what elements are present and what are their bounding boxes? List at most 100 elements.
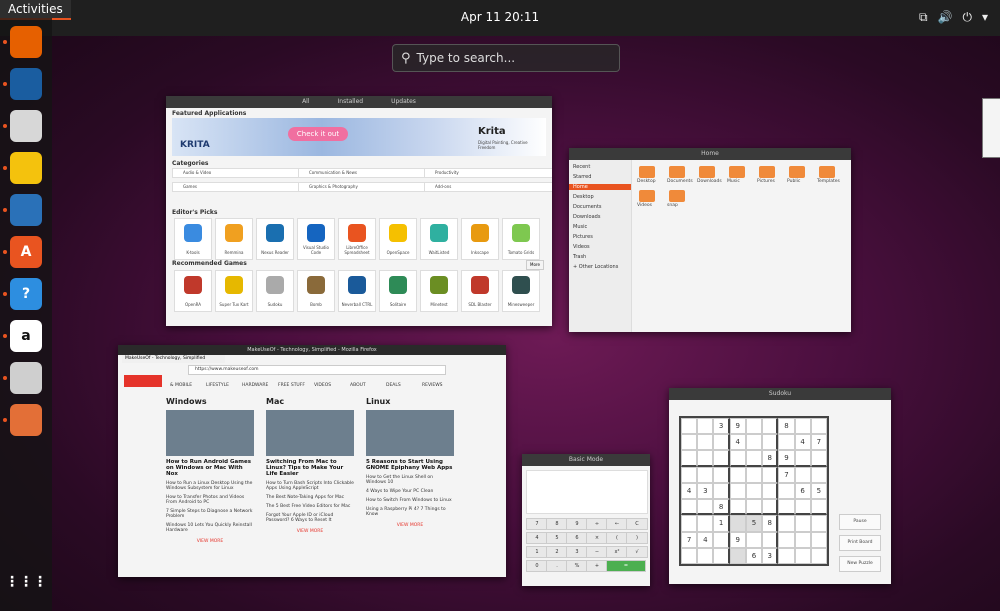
sudoku-cell[interactable] [713,531,730,548]
sudoku-cell[interactable]: 4 [697,531,714,548]
sudoku-cell[interactable] [762,466,779,483]
site-nav-item[interactable]: LIFESTYLE [206,383,229,388]
article-link[interactable]: Windows 10 Lets You Quickly Reinstall Ha… [166,523,254,533]
sudoku-cell[interactable] [729,450,746,467]
sudoku-cell[interactable]: 4 [729,434,746,451]
calc-key[interactable]: 1 [526,546,548,558]
sudoku-cell[interactable] [697,434,714,451]
category-button[interactable]: Games [172,182,302,192]
sudoku-cell[interactable] [697,547,714,564]
sudoku-cell[interactable] [681,434,698,451]
dock-item-software[interactable]: A [10,236,42,268]
site-nav-item[interactable]: HARDWARE [242,383,268,388]
folder-icon[interactable] [669,166,685,178]
files-sidebar-item[interactable]: Desktop [573,194,594,200]
banner-cta-button[interactable]: Check it out [288,127,348,141]
sudoku-cell[interactable] [729,466,746,483]
games-more-button[interactable]: More [526,260,544,270]
sudoku-cell[interactable] [697,466,714,483]
sudoku-cell[interactable]: 4 [794,434,811,451]
article-link[interactable]: How to Switch From Windows to Linux [366,498,454,503]
dock-item-amazon[interactable]: a [10,320,42,352]
sudoku-cell[interactable] [778,434,795,451]
sudoku-cell[interactable] [762,499,779,516]
editors-pick-tile[interactable]: OpenSpace [379,218,417,260]
sudoku-cell[interactable] [713,466,730,483]
sudoku-cell[interactable] [810,418,827,435]
sudoku-cell[interactable]: 8 [762,450,779,467]
sudoku-cell[interactable] [762,531,779,548]
sudoku-cell[interactable] [778,531,795,548]
sudoku-cell[interactable] [729,499,746,516]
game-tile[interactable]: SDL Blaster [461,270,499,312]
site-nav-item[interactable]: REVIEWS [422,383,443,388]
search-box[interactable]: ⚲ Type to search... [392,44,620,72]
category-button[interactable]: Graphics & Photography [298,182,428,192]
files-sidebar-item[interactable]: Downloads [573,214,600,220]
sudoku-cell[interactable] [794,547,811,564]
browser-titlebar[interactable]: MakeUseOf - Technology, Simplified - Moz… [118,345,506,355]
article-link[interactable]: 7 Simple Steps to Diagnose a Network Pro… [166,509,254,519]
article-title[interactable]: 5 Reasons to Start Using GNOME Epiphany … [366,459,454,471]
sudoku-cell[interactable] [794,450,811,467]
sudoku-cell[interactable] [745,418,763,435]
view-more-link[interactable]: VIEW MORE [366,523,454,528]
folder-icon[interactable] [699,166,715,178]
sudoku-cell[interactable]: 6 [794,482,811,500]
folder-icon[interactable] [789,166,805,178]
sudoku-cell[interactable] [745,450,763,467]
files-sidebar-item[interactable]: Documents [573,204,602,210]
sudoku-cell[interactable] [810,531,827,548]
sudoku-cell[interactable] [794,418,811,435]
site-nav-item[interactable]: DEALS [386,383,401,388]
calc-key[interactable]: + [586,560,608,572]
folder-icon[interactable] [729,166,745,178]
workspace-thumbnail[interactable] [982,98,1000,158]
sudoku-grid[interactable]: 3984478974365815874963 [679,416,829,566]
article-title[interactable]: Switching From Mac to Linux? Tips to Mak… [266,459,354,477]
sudoku-cell[interactable]: 9 [729,418,746,435]
category-button[interactable]: Productivity [424,168,552,178]
sudoku-cell[interactable] [778,499,795,516]
sudoku-cell[interactable] [778,547,795,564]
folder-icon[interactable] [639,190,655,202]
sudoku-cell[interactable]: 8 [778,418,795,435]
article-link[interactable]: 4 Ways to Wipe Your PC Clean [366,489,454,494]
sudoku-cell[interactable] [681,418,698,435]
sudoku-cell[interactable] [778,482,795,500]
calc-key[interactable]: − [586,546,608,558]
sudoku-cell[interactable] [778,515,795,532]
sudoku-cell[interactable] [745,499,763,516]
calc-key[interactable]: 8 [546,518,568,530]
calc-key[interactable]: C [626,518,648,530]
files-sidebar-item[interactable]: Pictures [573,234,593,240]
sudoku-cell[interactable]: 8 [713,499,730,516]
calc-key[interactable]: × [586,532,608,544]
files-titlebar[interactable]: Home [569,148,851,160]
editors-pick-tile[interactable]: Inkscape [461,218,499,260]
browser-window[interactable]: MakeUseOf - Technology, Simplified - Moz… [118,345,506,577]
site-nav-item[interactable]: ABOUT [350,383,366,388]
calc-key[interactable]: 0 [526,560,548,572]
url-bar[interactable]: https://www.makeuseof.com [188,365,446,375]
sudoku-cell[interactable]: 3 [713,418,730,435]
game-tile[interactable]: Solitaire [379,270,417,312]
article-link[interactable]: How to Run a Linux Desktop Using the Win… [166,481,254,491]
sudoku-cell[interactable] [697,499,714,516]
dock-item-firefox[interactable] [10,26,42,58]
sudoku-cell[interactable] [681,499,698,516]
sudoku-new-puzzle-button[interactable]: New Puzzle [839,556,881,572]
sudoku-cell[interactable] [745,531,763,548]
category-button[interactable]: Communication & News [298,168,428,178]
game-tile[interactable]: Minetest [420,270,458,312]
sudoku-cell[interactable]: 7 [778,466,795,483]
calc-key[interactable]: √ [626,546,648,558]
sudoku-cell[interactable] [810,515,827,532]
calc-key[interactable]: ( [606,532,628,544]
sudoku-cell[interactable] [810,499,827,516]
site-nav-item[interactable]: FREE STUFF [278,383,305,388]
sudoku-cell[interactable]: 6 [745,547,763,564]
files-sidebar-item[interactable]: Starred [573,174,591,180]
files-window[interactable]: Home Recent Starred Home Desktop Documents Do… [569,148,851,332]
calc-key[interactable]: ÷ [586,518,608,530]
